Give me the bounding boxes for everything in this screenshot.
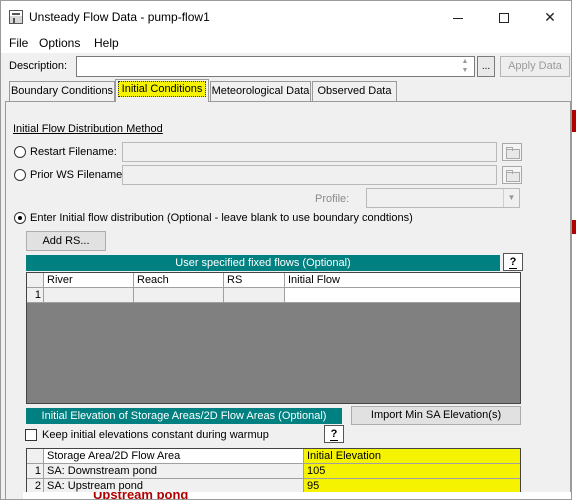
close-icon: ✕ [544, 9, 556, 25]
help-icon: ? [508, 256, 518, 269]
menu-file[interactable]: File [9, 36, 28, 50]
storage-help-button[interactable]: ? [324, 425, 344, 443]
elevation-cell[interactable]: 105 [304, 464, 520, 479]
profile-label: Profile: [315, 193, 350, 205]
add-rs-button[interactable]: Add RS... [26, 231, 106, 251]
help-icon: ? [329, 428, 339, 441]
row-number: 1 [27, 288, 44, 303]
restart-label: Restart Filename: [30, 146, 117, 158]
table-cell[interactable] [134, 288, 224, 303]
maximize-button[interactable] [481, 1, 527, 33]
tab-initial-conditions-label: Initial Conditions [117, 81, 207, 97]
tab-boundary-conditions[interactable]: Boundary Conditions [9, 81, 115, 101]
flows-help-button[interactable]: ? [503, 253, 523, 271]
fixed-flows-header: User specified fixed flows (Optional) [26, 255, 500, 271]
menu-bar: File Options Help [1, 33, 571, 53]
tab-meteorological-data[interactable]: Meteorological Data [210, 81, 311, 101]
table-corner [27, 449, 44, 464]
app-icon [9, 10, 23, 24]
keep-elevations-label: Keep initial elevations constant during … [42, 429, 269, 441]
column-initial-flow: Initial Flow [285, 273, 520, 288]
restart-folder-icon[interactable] [502, 143, 522, 161]
column-reach: Reach [134, 273, 224, 288]
table-cell[interactable] [224, 288, 285, 303]
tab-observed-data[interactable]: Observed Data [312, 81, 397, 101]
prior-ws-filename-field[interactable] [122, 165, 497, 185]
restart-radio[interactable] [14, 146, 26, 158]
chevron-down-icon: ▼ [503, 189, 519, 207]
description-browse-button[interactable]: ... [477, 56, 495, 77]
tab-initial-conditions[interactable]: Initial Conditions [115, 79, 209, 102]
menu-options[interactable]: Options [39, 36, 80, 50]
minimize-icon [453, 17, 463, 19]
title-bar: Unsteady Flow Data - pump-flow1 ✕ [1, 1, 571, 33]
table-cell: SA: Downstream pond [44, 464, 304, 479]
description-label: Description: [9, 60, 68, 72]
import-min-sa-button[interactable]: Import Min SA Elevation(s) [351, 406, 521, 425]
minimize-button[interactable] [435, 1, 481, 33]
menu-help[interactable]: Help [94, 36, 119, 50]
background-window-edge [572, 0, 576, 500]
window-title: Unsteady Flow Data - pump-flow1 [29, 10, 210, 24]
section-title-initial-flow: Initial Flow Distribution Method [13, 123, 163, 135]
apply-data-button[interactable]: Apply Data [500, 56, 570, 77]
background-accent [572, 220, 576, 234]
column-river: River [44, 273, 134, 288]
table-corner [27, 273, 44, 288]
restart-filename-field[interactable] [122, 142, 497, 162]
enter-flow-label: Enter Initial flow distribution (Optiona… [30, 212, 413, 224]
enter-flow-radio[interactable] [14, 212, 26, 224]
row-number: 1 [27, 464, 44, 479]
close-button[interactable]: ✕ [527, 1, 571, 33]
description-input[interactable] [76, 56, 475, 77]
background-text: Upstream pond [93, 492, 189, 500]
background-accent [572, 110, 576, 132]
keep-elevations-checkbox[interactable] [25, 429, 37, 441]
maximize-icon [499, 13, 509, 24]
prior-ws-radio[interactable] [14, 169, 26, 181]
column-storage-area: Storage Area/2D Flow Area [44, 449, 304, 464]
prior-ws-label: Prior WS Filename: [30, 169, 126, 181]
column-rs: RS [224, 273, 285, 288]
fixed-flows-table: River Reach RS Initial Flow 1 [26, 272, 521, 404]
table-cell[interactable] [285, 288, 520, 303]
storage-area-table: Storage Area/2D Flow Area Initial Elevat… [26, 448, 521, 494]
prior-ws-folder-icon[interactable] [502, 166, 522, 184]
table-cell[interactable] [44, 288, 134, 303]
profile-select[interactable]: ▼ [366, 188, 520, 208]
storage-elevation-header: Initial Elevation of Storage Areas/2D Fl… [26, 408, 342, 424]
description-scroll-icon[interactable]: ▲ ▼ [456, 57, 474, 76]
background-window-strip: Upstream pond [23, 492, 571, 500]
column-initial-elevation: Initial Elevation [304, 449, 520, 464]
unsteady-flow-window: Unsteady Flow Data - pump-flow1 ✕ File O… [0, 0, 572, 500]
